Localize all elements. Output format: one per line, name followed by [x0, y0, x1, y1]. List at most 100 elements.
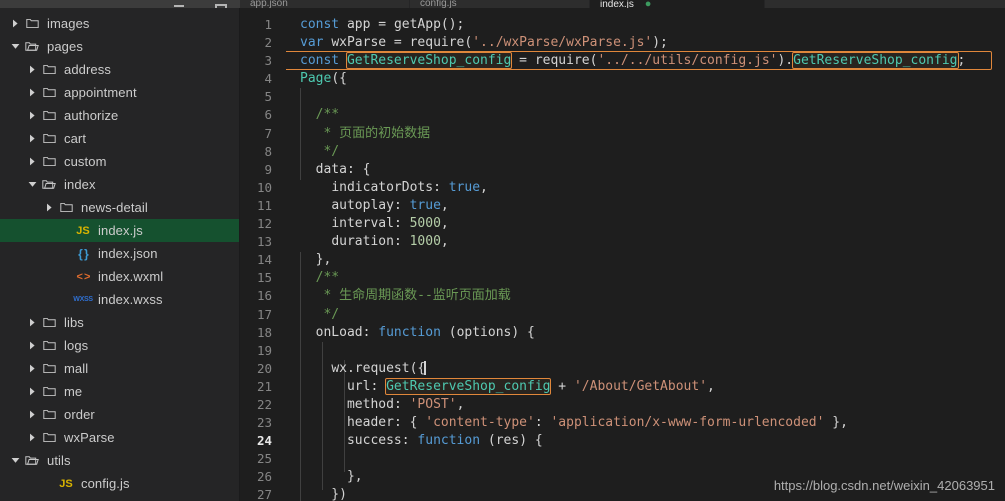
- explorer-item-me[interactable]: me: [0, 380, 239, 403]
- chevron-right-icon[interactable]: [8, 19, 22, 28]
- js-file-icon: JS: [56, 478, 76, 490]
- folder-icon: [39, 409, 59, 420]
- chevron-right-icon[interactable]: [25, 318, 39, 327]
- explorer-item-index-json[interactable]: { } index.json: [0, 242, 239, 265]
- code-line[interactable]: method: 'POST',: [300, 396, 1005, 414]
- tab-config-js[interactable]: config.js: [410, 0, 590, 8]
- explorer-item-index-wxml[interactable]: < > index.wxml: [0, 265, 239, 288]
- minimize-icon[interactable]: [172, 0, 186, 8]
- code-line[interactable]: * 生命周期函数--监听页面加载: [300, 287, 1005, 305]
- code-line[interactable]: wx.request({: [300, 360, 1005, 378]
- chevron-right-icon[interactable]: [25, 157, 39, 166]
- explorer-item-index-js[interactable]: JS index.js: [0, 219, 239, 242]
- line-number: 4: [264, 71, 272, 87]
- chevron-down-icon[interactable]: [8, 43, 22, 50]
- explorer-item-libs[interactable]: libs: [0, 311, 239, 334]
- wxml-file-icon: < >: [73, 271, 93, 283]
- line-number: 26: [256, 469, 272, 485]
- folder-open-icon: [22, 455, 42, 466]
- titlebar-left: [0, 0, 240, 14]
- code-line[interactable]: Page({: [300, 70, 1005, 88]
- tab-index-js[interactable]: index.js ●: [590, 0, 765, 8]
- code-line[interactable]: [300, 342, 1005, 360]
- chevron-down-icon[interactable]: [8, 457, 22, 464]
- code-content[interactable]: const app = getApp(); var wxParse = requi…: [286, 8, 1005, 501]
- code-line[interactable]: * 页面的初始数据: [300, 125, 1005, 143]
- code-line[interactable]: interval: 5000,: [300, 215, 1005, 233]
- explorer-item-wxparse[interactable]: wxParse: [0, 426, 239, 449]
- code-line[interactable]: success: function (res) {: [300, 432, 1005, 450]
- code-line[interactable]: indicatorDots: true,: [300, 179, 1005, 197]
- code-line[interactable]: /**: [300, 106, 1005, 124]
- code-line[interactable]: var wxParse = require('../wxParse/wxPars…: [300, 34, 1005, 52]
- explorer-item-order[interactable]: order: [0, 403, 239, 426]
- explorer-item-images[interactable]: images: [0, 12, 239, 35]
- line-number: 17: [256, 306, 272, 322]
- folder-open-icon: [22, 41, 42, 52]
- explorer-item-label: news-detail: [81, 200, 148, 215]
- explorer-item-logs[interactable]: logs: [0, 334, 239, 357]
- chevron-right-icon[interactable]: [25, 341, 39, 350]
- explorer-item-config-js[interactable]: JS config.js: [0, 472, 239, 495]
- chevron-right-icon[interactable]: [25, 134, 39, 143]
- code-line[interactable]: [300, 88, 1005, 106]
- explorer-item-label: images: [47, 16, 90, 31]
- json-file-icon: { }: [73, 247, 93, 261]
- code-line[interactable]: [300, 450, 1005, 468]
- chevron-right-icon[interactable]: [25, 111, 39, 120]
- maximize-icon[interactable]: [212, 0, 227, 14]
- wxml-glyph: < >: [76, 270, 91, 283]
- explorer-item-index[interactable]: index: [0, 173, 239, 196]
- file-explorer[interactable]: images pages address appointment authorize ca…: [0, 8, 240, 501]
- code-line[interactable]: autoplay: true,: [300, 197, 1005, 215]
- explorer-item-pages[interactable]: pages: [0, 35, 239, 58]
- line-number: 9: [264, 161, 272, 177]
- folder-icon: [56, 202, 76, 213]
- code-line[interactable]: */: [300, 143, 1005, 161]
- explorer-item-label: authorize: [64, 108, 119, 123]
- js-file-icon: JS: [73, 225, 93, 237]
- explorer-item-custom[interactable]: custom: [0, 150, 239, 173]
- line-number: 25: [256, 451, 272, 467]
- occurrence-highlight: GetReserveShop_config: [345, 52, 513, 70]
- wxss-glyph: WXSS: [73, 296, 93, 303]
- chevron-down-icon[interactable]: [25, 181, 39, 188]
- explorer-item-mall[interactable]: mall: [0, 357, 239, 380]
- code-line[interactable]: header: { 'content-type': 'application/x…: [300, 414, 1005, 432]
- tab-label: index.js: [600, 0, 634, 8]
- tab-app-json[interactable]: app.json: [240, 0, 410, 8]
- chevron-right-icon[interactable]: [25, 433, 39, 442]
- code-line[interactable]: onLoad: function (options) {: [300, 324, 1005, 342]
- code-line[interactable]: */: [300, 306, 1005, 324]
- code-line[interactable]: url: GetReserveShop_config + '/About/Get…: [300, 377, 1005, 396]
- code-line[interactable]: const app = getApp();: [300, 16, 1005, 34]
- explorer-item-label: libs: [64, 315, 84, 330]
- code-line[interactable]: const GetReserveShop_config = require('.…: [300, 52, 1005, 70]
- explorer-item-appointment[interactable]: appointment: [0, 81, 239, 104]
- chevron-right-icon[interactable]: [25, 364, 39, 373]
- code-editor[interactable]: 1 2 3 4 5 6 7 8 9 10 11 12 13 14 15 16 17 18 19 20 21 22 23 24 2…: [240, 8, 1005, 501]
- explorer-item-cart[interactable]: cart: [0, 127, 239, 150]
- chevron-right-icon[interactable]: [25, 88, 39, 97]
- code-line[interactable]: duration: 1000,: [300, 233, 1005, 251]
- explorer-item-label: utils: [47, 453, 71, 468]
- explorer-item-index-wxss[interactable]: WXSS index.wxss: [0, 288, 239, 311]
- explorer-item-label: custom: [64, 154, 107, 169]
- explorer-item-address[interactable]: address: [0, 58, 239, 81]
- js-glyph: JS: [76, 224, 90, 237]
- chevron-right-icon[interactable]: [25, 65, 39, 74]
- code-line[interactable]: /**: [300, 269, 1005, 287]
- explorer-item-authorize[interactable]: authorize: [0, 104, 239, 127]
- explorer-item-utils[interactable]: utils: [0, 449, 239, 472]
- code-line[interactable]: },: [300, 251, 1005, 269]
- chevron-right-icon[interactable]: [42, 203, 56, 212]
- explorer-item-news-detail[interactable]: news-detail: [0, 196, 239, 219]
- folder-icon: [39, 340, 59, 351]
- explorer-item-label: cart: [64, 131, 87, 146]
- code-line[interactable]: data: {: [300, 161, 1005, 179]
- chevron-right-icon[interactable]: [25, 410, 39, 419]
- chevron-right-icon[interactable]: [25, 387, 39, 396]
- wxss-file-icon: WXSS: [73, 296, 93, 303]
- line-number: 27: [256, 487, 272, 501]
- line-number: 14: [256, 252, 272, 268]
